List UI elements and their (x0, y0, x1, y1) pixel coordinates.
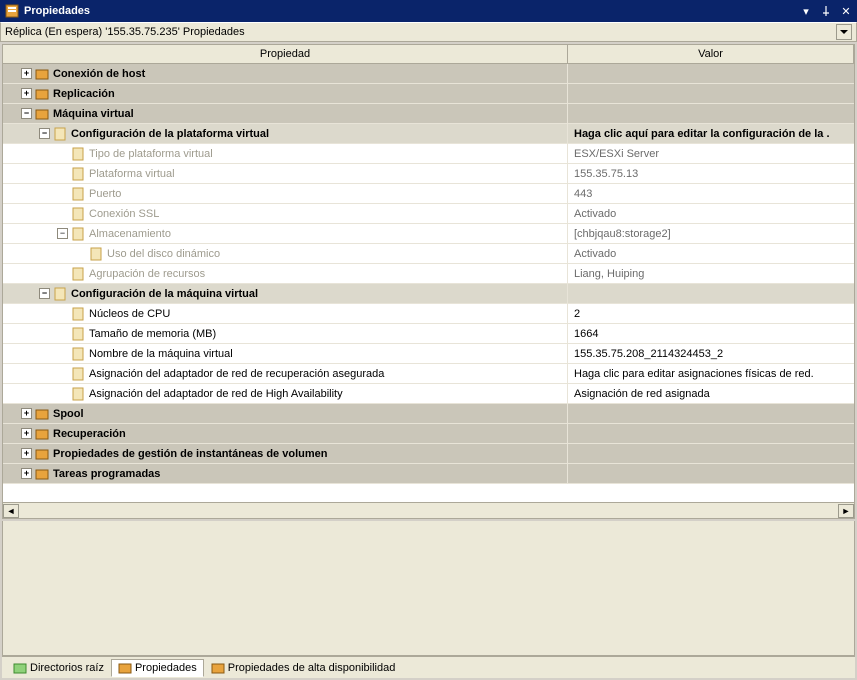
folder-icon (35, 427, 49, 441)
grid-header: Propiedad Valor (3, 45, 854, 64)
sheet-icon (71, 367, 85, 381)
group-replication[interactable]: + Replicación (3, 84, 854, 104)
window-title: Propiedades (24, 5, 799, 17)
value-ha-net[interactable]: Asignación de red asignada (568, 388, 854, 400)
folder-icon (35, 87, 49, 101)
tab-root-directories[interactable]: Directorios raíz (6, 659, 111, 677)
group-host-connection[interactable]: + Conexión de host (3, 64, 854, 84)
row-dynamic-disk[interactable]: Uso del disco dinámico Activado (3, 244, 854, 264)
details-pane (2, 521, 855, 656)
group-scheduled-tasks[interactable]: + Tareas programadas (3, 464, 854, 484)
collapse-icon[interactable]: − (57, 228, 68, 239)
value-vp-config[interactable]: Haga clic aquí para editar la configurac… (568, 128, 854, 140)
value-vm-name[interactable]: 155.35.75.208_2114324453_2 (568, 348, 854, 360)
sheet-icon (71, 327, 85, 341)
value-assured-recovery-net[interactable]: Haga clic para editar asignaciones físic… (568, 368, 854, 380)
row-cpu-cores[interactable]: Núcleos de CPU 2 (3, 304, 854, 324)
sheet-icon (71, 187, 85, 201)
value-resource-group[interactable]: Liang, Huiping (568, 268, 854, 280)
collapse-icon[interactable]: − (39, 288, 50, 299)
dropdown-btn[interactable]: ▾ (799, 4, 813, 18)
group-volume-snapshot-mgmt[interactable]: + Propiedades de gestión de instantáneas… (3, 444, 854, 464)
row-storage[interactable]: − Almacenamiento [chbjqau8:storage2] (3, 224, 854, 244)
scroll-left-btn[interactable]: ◄ (3, 504, 19, 518)
row-vm-name[interactable]: Nombre de la máquina virtual 155.35.75.2… (3, 344, 854, 364)
value-platform-type[interactable]: ESX/ESXi Server (568, 148, 854, 160)
property-grid: Propiedad Valor + Conexión de host + Rep… (2, 44, 855, 519)
row-assured-recovery-net[interactable]: Asignación del adaptador de red de recup… (3, 364, 854, 384)
tab-ha-properties[interactable]: Propiedades de alta disponibilidad (204, 659, 403, 677)
context-title: Réplica (En espera) '155.35.75.235' Prop… (5, 26, 836, 38)
pin-btn[interactable] (819, 4, 833, 18)
tab-properties[interactable]: Propiedades (111, 659, 204, 677)
expand-icon[interactable]: + (21, 428, 32, 439)
column-header-property[interactable]: Propiedad (3, 45, 568, 63)
row-ha-net[interactable]: Asignación del adaptador de red de High … (3, 384, 854, 404)
collapse-icon[interactable]: − (39, 128, 50, 139)
tab-label: Propiedades de alta disponibilidad (228, 662, 396, 674)
value-port[interactable]: 443 (568, 188, 854, 200)
sheet-icon (71, 207, 85, 221)
value-dynamic-disk[interactable]: Activado (568, 248, 854, 260)
context-dropdown-btn[interactable] (836, 24, 852, 40)
sheet-icon (211, 661, 225, 675)
value-memory[interactable]: 1664 (568, 328, 854, 340)
row-memory[interactable]: Tamaño de memoria (MB) 1664 (3, 324, 854, 344)
row-resource-group[interactable]: Agrupación de recursos Liang, Huiping (3, 264, 854, 284)
row-platform-type[interactable]: Tipo de plataforma virtual ESX/ESXi Serv… (3, 144, 854, 164)
sheet-icon (89, 247, 103, 261)
sheet-icon (71, 387, 85, 401)
horizontal-scrollbar[interactable]: ◄ ► (3, 502, 854, 518)
value-virtual-platform[interactable]: 155.35.75.13 (568, 168, 854, 180)
close-btn[interactable]: ✕ (839, 4, 853, 18)
sheet-icon (71, 267, 85, 281)
folder-icon (35, 407, 49, 421)
row-port[interactable]: Puerto 443 (3, 184, 854, 204)
sheet-icon (71, 167, 85, 181)
sheet-icon (71, 307, 85, 321)
row-virtual-platform[interactable]: Plataforma virtual 155.35.75.13 (3, 164, 854, 184)
app-icon (4, 3, 20, 19)
row-ssl[interactable]: Conexión SSL Activado (3, 204, 854, 224)
sheet-icon (71, 227, 85, 241)
group-vm-config[interactable]: − Configuración de la máquina virtual (3, 284, 854, 304)
folder-icon (35, 67, 49, 81)
tab-label: Propiedades (135, 662, 197, 674)
group-recovery[interactable]: + Recuperación (3, 424, 854, 444)
value-cpu-cores[interactable]: 2 (568, 308, 854, 320)
collapse-icon[interactable]: − (21, 108, 32, 119)
column-header-value[interactable]: Valor (568, 45, 854, 63)
expand-icon[interactable]: + (21, 88, 32, 99)
expand-icon[interactable]: + (21, 468, 32, 479)
sheet-icon (53, 287, 67, 301)
sheet-icon (71, 147, 85, 161)
tab-label: Directorios raíz (30, 662, 104, 674)
scroll-right-btn[interactable]: ► (838, 504, 854, 518)
value-storage[interactable]: [chbjqau8:storage2] (568, 228, 854, 240)
bottom-tabs: Directorios raíz Propiedades Propiedades… (2, 656, 855, 678)
expand-icon[interactable]: + (21, 448, 32, 459)
folder-icon (35, 107, 49, 121)
expand-icon[interactable]: + (21, 68, 32, 79)
expand-icon[interactable]: + (21, 408, 32, 419)
group-spool[interactable]: + Spool (3, 404, 854, 424)
tree-body[interactable]: + Conexión de host + Replicación − Máqui… (3, 64, 854, 502)
window-titlebar: Propiedades ▾ ✕ (0, 0, 857, 22)
context-bar: Réplica (En espera) '155.35.75.235' Prop… (0, 22, 857, 42)
sheet-icon (53, 127, 67, 141)
group-virtual-platform-config[interactable]: − Configuración de la plataforma virtual… (3, 124, 854, 144)
folder-icon (35, 467, 49, 481)
sheet-icon (118, 661, 132, 675)
sheet-icon (71, 347, 85, 361)
group-virtual-machine[interactable]: − Máquina virtual (3, 104, 854, 124)
folder-icon (35, 447, 49, 461)
value-ssl[interactable]: Activado (568, 208, 854, 220)
folder-green-icon (13, 661, 27, 675)
